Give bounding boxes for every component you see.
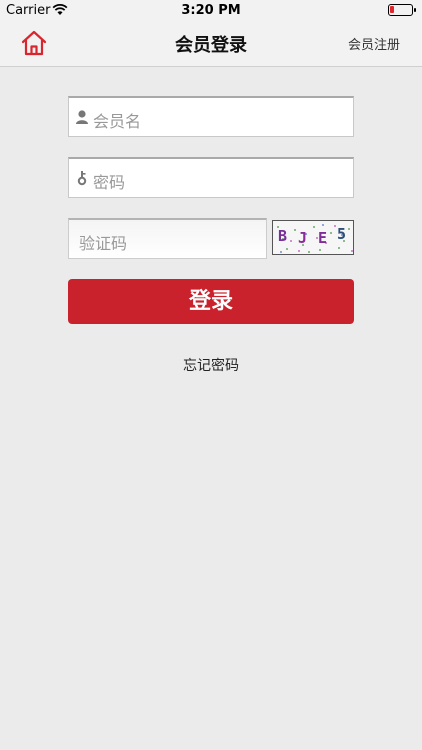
- captcha-image[interactable]: B J E 5: [272, 220, 354, 255]
- captcha-placeholder: 验证码: [79, 234, 128, 253]
- captcha-char-2: J: [298, 229, 308, 247]
- username-placeholder: 会员名: [93, 112, 142, 131]
- clock: 3:20 PM: [181, 3, 241, 18]
- nav-bar: 会员登录 会员注册: [0, 20, 422, 67]
- key-icon: [77, 171, 87, 186]
- status-bar: Carrier 3:20 PM: [0, 0, 422, 20]
- password-placeholder: 密码: [93, 173, 126, 192]
- password-field[interactable]: 密码: [68, 157, 354, 198]
- register-link[interactable]: 会员注册: [348, 34, 400, 53]
- captcha-input[interactable]: 验证码: [68, 218, 267, 259]
- user-icon: [76, 110, 88, 124]
- captcha-char-1: B: [278, 227, 288, 245]
- login-button[interactable]: 登录: [68, 279, 354, 324]
- captcha-char-4: 5: [337, 225, 347, 243]
- forgot-password-link[interactable]: 忘记密码: [0, 355, 422, 375]
- battery-icon: [388, 4, 416, 16]
- captcha-char-3: E: [318, 229, 328, 247]
- username-field[interactable]: 会员名: [68, 96, 354, 137]
